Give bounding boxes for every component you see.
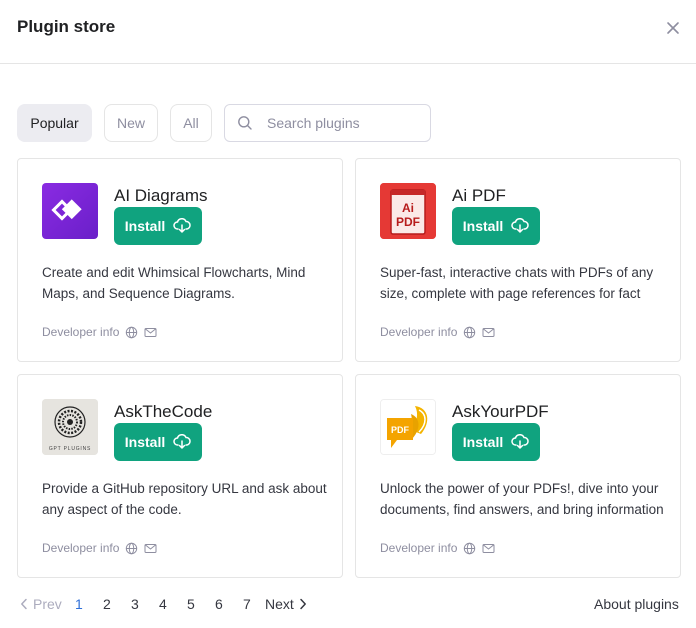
logo-text-ai: Ai bbox=[402, 201, 414, 215]
mail-icon[interactable] bbox=[482, 543, 495, 554]
install-button[interactable]: Install bbox=[452, 423, 540, 461]
chevron-left-icon bbox=[21, 598, 27, 610]
pagination: Prev 1 2 3 4 5 6 7 Next About plugins bbox=[0, 596, 696, 616]
modal-header: Plugin store bbox=[0, 0, 696, 64]
install-label: Install bbox=[124, 434, 166, 450]
mandala-icon: GPT PLUGINS bbox=[42, 399, 98, 455]
install-button[interactable]: Install bbox=[452, 207, 540, 245]
plugin-card-ai-pdf: Ai PDF Ai PDF Install Super-fast, intera… bbox=[355, 158, 681, 362]
page-3-button[interactable]: 3 bbox=[131, 596, 139, 612]
prev-label: Prev bbox=[33, 596, 62, 612]
globe-icon[interactable] bbox=[125, 542, 138, 555]
mail-icon[interactable] bbox=[144, 543, 157, 554]
mail-icon[interactable] bbox=[144, 327, 157, 338]
cloud-download-icon bbox=[173, 218, 191, 233]
page-2-button[interactable]: 2 bbox=[103, 596, 111, 612]
page-7-button[interactable]: 7 bbox=[243, 596, 251, 612]
install-label: Install bbox=[462, 218, 504, 234]
logo-text-pdf: PDF bbox=[396, 215, 420, 229]
page-6-button[interactable]: 6 bbox=[215, 596, 223, 612]
plugin-name: AskTheCode bbox=[114, 402, 213, 421]
mail-icon[interactable] bbox=[482, 327, 495, 338]
plugin-description: Unlock the power of your PDFs!, dive int… bbox=[380, 481, 664, 524]
tab-popular[interactable]: Popular bbox=[17, 104, 92, 142]
pdf-document-icon: Ai PDF bbox=[380, 183, 436, 239]
plugin-card-askyourpdf: PDF AskYourPDF Install Unlock the power … bbox=[355, 374, 681, 578]
close-icon[interactable] bbox=[662, 17, 684, 39]
logo-text-pdf: PDF bbox=[391, 425, 410, 435]
next-label: Next bbox=[265, 596, 294, 612]
cloud-download-icon bbox=[511, 218, 529, 233]
plugin-name: AskYourPDF bbox=[452, 402, 549, 421]
prev-page-button[interactable]: Prev bbox=[20, 596, 62, 612]
page-1-button[interactable]: 1 bbox=[75, 596, 83, 612]
search-icon bbox=[238, 116, 252, 130]
about-plugins-link[interactable]: About plugins bbox=[594, 596, 679, 612]
install-label: Install bbox=[462, 434, 504, 450]
modal-title: Plugin store bbox=[17, 17, 116, 36]
plugin-description: Create and edit Whimsical Flowcharts, Mi… bbox=[42, 265, 306, 301]
page-4-button[interactable]: 4 bbox=[159, 596, 167, 612]
page-5-button[interactable]: 5 bbox=[187, 596, 195, 612]
plugin-card-ai-diagrams: AI Diagrams Install Create and edit Whim… bbox=[17, 158, 343, 362]
tab-all[interactable]: All bbox=[170, 104, 212, 142]
next-page-button[interactable]: Next bbox=[265, 596, 307, 612]
install-label: Install bbox=[124, 218, 166, 234]
developer-info-label: Developer info bbox=[380, 325, 458, 339]
plugin-description: Super-fast, interactive chats with PDFs … bbox=[380, 265, 654, 308]
developer-info: Developer info bbox=[42, 325, 157, 339]
globe-icon[interactable] bbox=[463, 326, 476, 339]
logo-caption: GPT PLUGINS bbox=[49, 446, 91, 452]
developer-info: Developer info bbox=[380, 325, 495, 339]
plugin-name: Ai PDF bbox=[452, 186, 506, 205]
cloud-download-icon bbox=[511, 434, 529, 449]
globe-icon[interactable] bbox=[463, 542, 476, 555]
developer-info: Developer info bbox=[380, 541, 495, 555]
developer-info-label: Developer info bbox=[42, 325, 120, 339]
search-input[interactable] bbox=[267, 115, 417, 131]
developer-info: Developer info bbox=[42, 541, 157, 555]
whimsical-diamond-icon bbox=[42, 183, 98, 239]
plugin-name: AI Diagrams bbox=[114, 186, 208, 205]
globe-icon[interactable] bbox=[125, 326, 138, 339]
plugin-description: Provide a GitHub repository URL and ask … bbox=[42, 481, 327, 517]
developer-info-label: Developer info bbox=[42, 541, 120, 555]
tab-new[interactable]: New bbox=[104, 104, 158, 142]
chevron-right-icon bbox=[300, 598, 306, 610]
install-button[interactable]: Install bbox=[114, 423, 202, 461]
install-button[interactable]: Install bbox=[114, 207, 202, 245]
pdf-feather-icon: PDF bbox=[380, 399, 436, 455]
plugin-card-askthecode: GPT PLUGINS AskTheCode Install Provide a… bbox=[17, 374, 343, 578]
search-box bbox=[224, 104, 431, 142]
cloud-download-icon bbox=[173, 434, 191, 449]
developer-info-label: Developer info bbox=[380, 541, 458, 555]
